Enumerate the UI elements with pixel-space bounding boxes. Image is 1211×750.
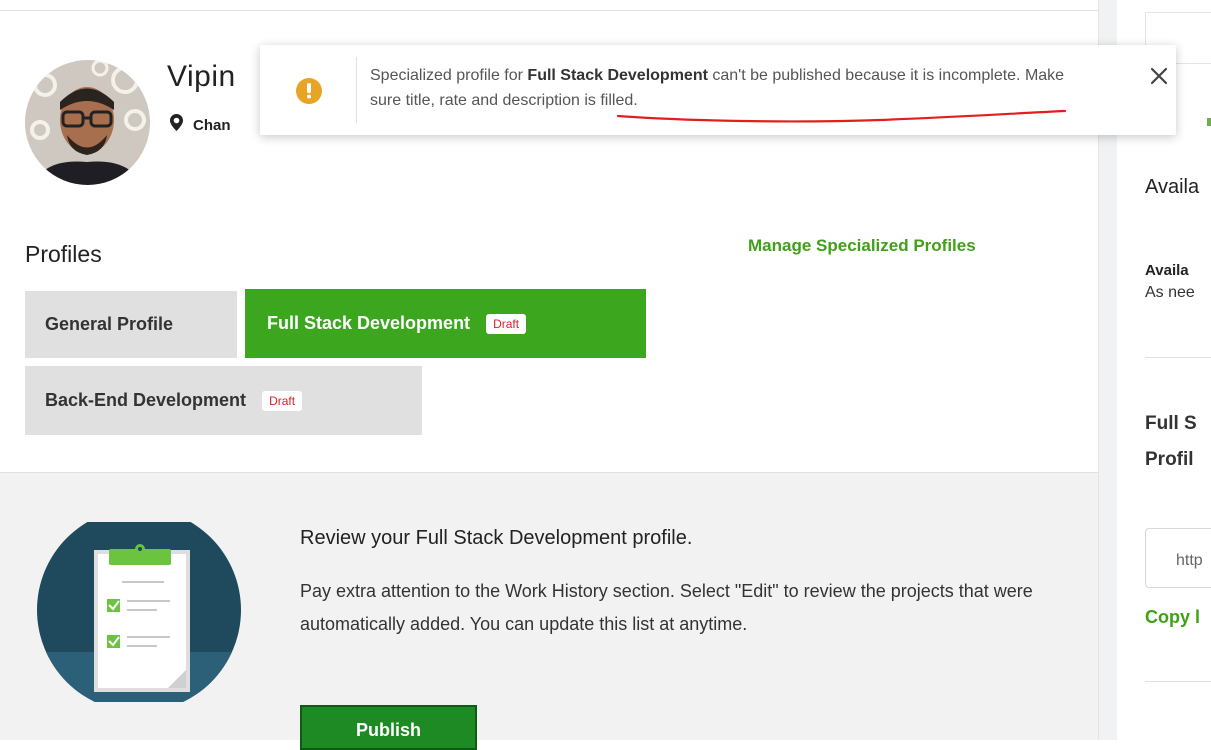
- close-icon[interactable]: [1148, 65, 1170, 87]
- location-pin-icon: [170, 114, 183, 136]
- publish-button[interactable]: Publish: [300, 705, 477, 750]
- warning-toast: Specialized profile for Full Stack Devel…: [260, 45, 1176, 135]
- toast-divider: [356, 57, 357, 123]
- toast-middle: can't be published because it is incompl…: [707, 67, 1025, 84]
- toast-profile-name: Full Stack Development: [527, 67, 708, 84]
- review-description: Pay extra attention to the Work History …: [300, 581, 1033, 634]
- toast-prefix: Specialized profile for: [370, 67, 528, 84]
- tab-general-profile[interactable]: General Profile: [25, 291, 237, 358]
- profiles-heading: Profiles: [25, 241, 102, 267]
- right-divider: [1145, 681, 1211, 682]
- location-text: Chan: [193, 116, 231, 134]
- full-stack-heading-line1: Full S: [1145, 413, 1197, 434]
- right-divider: [1145, 357, 1211, 358]
- draft-badge: Draft: [262, 390, 303, 411]
- review-title: Review your Full Stack Development profi…: [300, 527, 693, 549]
- tab-full-stack-development[interactable]: Full Stack Development Draft: [245, 289, 646, 358]
- avatar: [25, 60, 150, 185]
- draft-badge: Draft: [486, 313, 527, 334]
- clipboard-illustration: [37, 522, 241, 702]
- availability-value: As nee: [1145, 284, 1195, 301]
- toast-message: Specialized profile for Full Stack Devel…: [370, 63, 1090, 113]
- right-green-mark: [1207, 118, 1211, 126]
- profile-url-field[interactable]: http: [1145, 528, 1211, 588]
- manage-specialized-profiles-link[interactable]: Manage Specialized Profiles: [748, 236, 976, 256]
- tab-back-end-development[interactable]: Back-End Development Draft: [25, 366, 422, 435]
- warning-icon: [296, 78, 322, 104]
- tab-label: General Profile: [45, 314, 174, 334]
- full-stack-heading-line2: Profil: [1145, 449, 1194, 470]
- availability-heading: Availa: [1145, 176, 1200, 198]
- tab-label: Full Stack Development: [267, 313, 471, 333]
- user-location: Chan: [170, 114, 231, 136]
- tab-label: Back-End Development: [45, 390, 247, 410]
- availability-label: Availa: [1145, 262, 1189, 279]
- user-name: Vipin: [167, 60, 236, 93]
- copy-link[interactable]: Copy l: [1145, 607, 1200, 628]
